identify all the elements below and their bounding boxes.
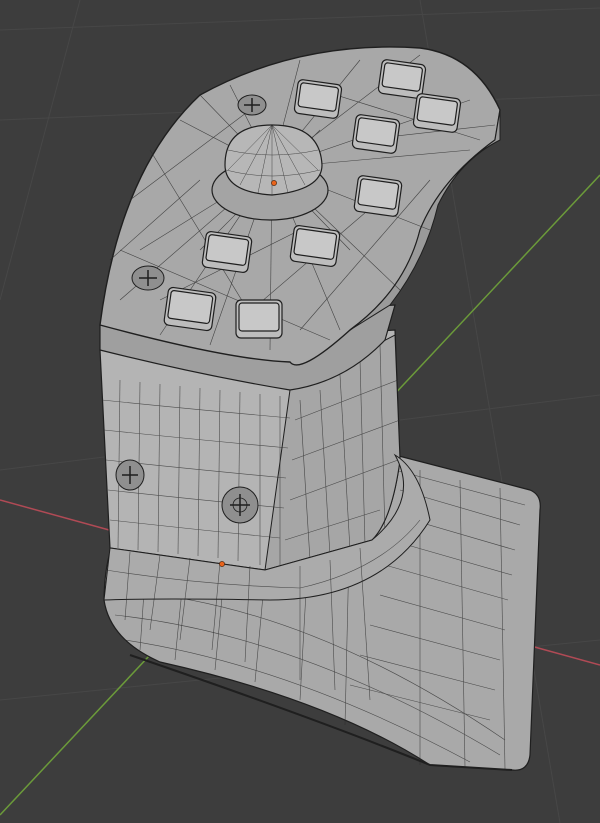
key-4[interactable] xyxy=(351,114,401,154)
screw-side-1 xyxy=(115,459,145,491)
key-8[interactable] xyxy=(163,286,217,332)
key-6[interactable] xyxy=(289,225,341,267)
key-1[interactable] xyxy=(293,79,343,119)
origin-point-stem xyxy=(219,561,225,567)
screw-top-2 xyxy=(131,265,165,291)
origin-point-top xyxy=(271,180,277,186)
joystick-model[interactable] xyxy=(99,46,541,771)
key-7[interactable] xyxy=(201,231,253,273)
key-9[interactable] xyxy=(235,299,283,339)
3d-viewport[interactable] xyxy=(0,0,600,823)
key-3[interactable] xyxy=(412,93,462,133)
key-2[interactable] xyxy=(377,59,427,99)
screw-side-2 xyxy=(221,486,259,524)
screw-top-1 xyxy=(237,94,267,116)
key-5[interactable] xyxy=(353,175,403,217)
